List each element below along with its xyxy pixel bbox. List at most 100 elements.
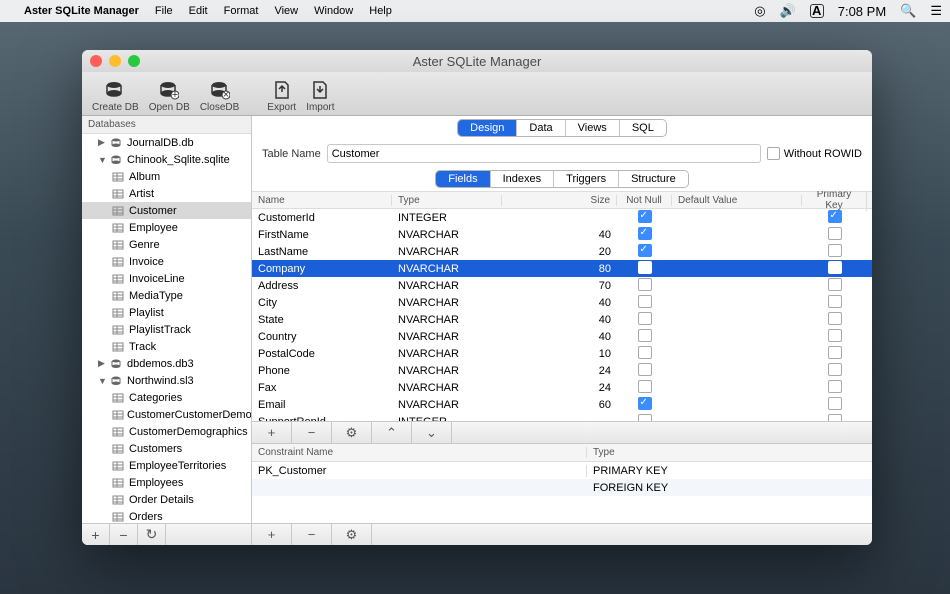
table-name-input[interactable] xyxy=(327,144,761,163)
field-remove-button[interactable]: − xyxy=(292,422,332,443)
list-icon[interactable]: ☰ xyxy=(930,3,942,19)
clock[interactable]: 7:08 PM xyxy=(838,4,886,19)
field-row[interactable]: LastNameNVARCHAR20 xyxy=(252,243,872,260)
notnull-checkbox[interactable] xyxy=(638,278,652,291)
menu-view[interactable]: View xyxy=(274,5,298,17)
db-row[interactable]: ▼Chinook_Sqlite.sqlite xyxy=(82,151,251,168)
table-row[interactable]: Artist xyxy=(82,185,251,202)
notnull-checkbox[interactable] xyxy=(638,244,652,257)
seg-views[interactable]: Views xyxy=(566,120,620,136)
menu-format[interactable]: Format xyxy=(224,5,259,17)
field-row[interactable]: SupportRepIdINTEGER xyxy=(252,413,872,421)
table-row[interactable]: Album xyxy=(82,168,251,185)
notnull-checkbox[interactable] xyxy=(638,261,652,274)
notnull-checkbox[interactable] xyxy=(638,227,652,240)
seg-data[interactable]: Data xyxy=(517,120,565,136)
notnull-checkbox[interactable] xyxy=(638,329,652,342)
constraints-header[interactable]: Constraint Name Type xyxy=(252,444,872,462)
db-row[interactable]: ▶dbdemos.db3 xyxy=(82,355,251,372)
db-row[interactable]: ▼Northwind.sl3 xyxy=(82,372,251,389)
remove-button[interactable]: − xyxy=(110,524,138,546)
table-row[interactable]: EmployeeTerritories xyxy=(82,457,251,474)
menu-file[interactable]: File xyxy=(155,5,173,17)
table-row[interactable]: InvoiceLine xyxy=(82,270,251,287)
titlebar[interactable]: Aster SQLite Manager xyxy=(82,50,872,72)
pk-checkbox[interactable] xyxy=(828,261,842,274)
field-down-button[interactable]: ⌄ xyxy=(412,422,452,443)
pk-checkbox[interactable] xyxy=(828,210,842,223)
field-row[interactable]: CustomerIdINTEGER xyxy=(252,209,872,226)
pk-checkbox[interactable] xyxy=(828,414,842,422)
spotlight-icon[interactable]: 🔍 xyxy=(900,3,916,19)
pk-checkbox[interactable] xyxy=(828,380,842,393)
seg-indexes[interactable]: Indexes xyxy=(491,171,555,187)
constraint-gear-button[interactable]: ⚙ xyxy=(332,524,372,545)
menu-window[interactable]: Window xyxy=(314,5,353,17)
fields-header[interactable]: Name Type Size Not Null Default Value Pr… xyxy=(252,191,872,209)
notnull-checkbox[interactable] xyxy=(638,210,652,223)
pk-checkbox[interactable] xyxy=(828,397,842,410)
field-row[interactable]: PostalCodeNVARCHAR10 xyxy=(252,345,872,362)
volume-icon[interactable]: 🔊 xyxy=(780,3,796,19)
notnull-checkbox[interactable] xyxy=(638,346,652,359)
pk-checkbox[interactable] xyxy=(828,244,842,257)
db-tree[interactable]: ▶JournalDB.db▼Chinook_Sqlite.sqliteAlbum… xyxy=(82,134,251,523)
seg-design[interactable]: Design xyxy=(458,120,517,136)
seg-sql[interactable]: SQL xyxy=(620,120,666,136)
constraints-body[interactable]: PK_CustomerPRIMARY KEYFOREIGN KEY xyxy=(252,462,872,496)
constraint-row[interactable]: PK_CustomerPRIMARY KEY xyxy=(252,462,872,479)
table-row[interactable]: Customer xyxy=(82,202,251,219)
field-gear-button[interactable]: ⚙ xyxy=(332,422,372,443)
create-db-button[interactable]: Create DB xyxy=(88,79,143,113)
field-add-button[interactable]: + xyxy=(252,422,292,443)
db-row[interactable]: ▶JournalDB.db xyxy=(82,134,251,151)
table-row[interactable]: Employee xyxy=(82,219,251,236)
table-row[interactable]: Order Details xyxy=(82,491,251,508)
constraint-remove-button[interactable]: − xyxy=(292,524,332,545)
export-button[interactable]: Export xyxy=(263,79,300,113)
open-db-button[interactable]: + Open DB xyxy=(145,79,194,113)
table-row[interactable]: PlaylistTrack xyxy=(82,321,251,338)
without-rowid-checkbox[interactable] xyxy=(767,147,780,160)
pk-checkbox[interactable] xyxy=(828,278,842,291)
table-row[interactable]: MediaType xyxy=(82,287,251,304)
notnull-checkbox[interactable] xyxy=(638,312,652,325)
seg-fields[interactable]: Fields xyxy=(436,171,490,187)
table-row[interactable]: Playlist xyxy=(82,304,251,321)
pk-checkbox[interactable] xyxy=(828,295,842,308)
notnull-checkbox[interactable] xyxy=(638,363,652,376)
field-row[interactable]: StateNVARCHAR40 xyxy=(252,311,872,328)
add-button[interactable]: + xyxy=(82,524,110,546)
import-button[interactable]: Import xyxy=(302,79,338,113)
field-row[interactable]: FirstNameNVARCHAR40 xyxy=(252,226,872,243)
notnull-checkbox[interactable] xyxy=(638,295,652,308)
menu-edit[interactable]: Edit xyxy=(189,5,208,17)
constraint-add-button[interactable]: + xyxy=(252,524,292,545)
menu-help[interactable]: Help xyxy=(369,5,392,17)
notnull-checkbox[interactable] xyxy=(638,414,652,422)
seg-structure[interactable]: Structure xyxy=(619,171,688,187)
field-up-button[interactable]: ⌃ xyxy=(372,422,412,443)
close-db-button[interactable]: × CloseDB xyxy=(196,79,243,113)
pk-checkbox[interactable] xyxy=(828,227,842,240)
view-segmented[interactable]: DesignDataViewsSQL xyxy=(458,120,666,136)
table-row[interactable]: Categories xyxy=(82,389,251,406)
field-row[interactable]: EmailNVARCHAR60 xyxy=(252,396,872,413)
table-segmented[interactable]: FieldsIndexesTriggersStructure xyxy=(436,171,687,187)
pk-checkbox[interactable] xyxy=(828,312,842,325)
pk-checkbox[interactable] xyxy=(828,329,842,342)
fields-body[interactable]: CustomerIdINTEGERFirstNameNVARCHAR40Last… xyxy=(252,209,872,421)
field-row[interactable]: PhoneNVARCHAR24 xyxy=(252,362,872,379)
table-row[interactable]: CustomerCustomerDemo xyxy=(82,406,251,423)
app-name[interactable]: Aster SQLite Manager xyxy=(24,5,139,17)
notnull-checkbox[interactable] xyxy=(638,380,652,393)
field-row[interactable]: CompanyNVARCHAR80 xyxy=(252,260,872,277)
field-row[interactable]: AddressNVARCHAR70 xyxy=(252,277,872,294)
refresh-button[interactable]: ↻ xyxy=(138,524,166,546)
siri-icon[interactable]: A xyxy=(810,4,824,18)
table-row[interactable]: Employees xyxy=(82,474,251,491)
table-row[interactable]: Invoice xyxy=(82,253,251,270)
field-row[interactable]: CityNVARCHAR40 xyxy=(252,294,872,311)
table-row[interactable]: Customers xyxy=(82,440,251,457)
table-row[interactable]: Orders xyxy=(82,508,251,523)
